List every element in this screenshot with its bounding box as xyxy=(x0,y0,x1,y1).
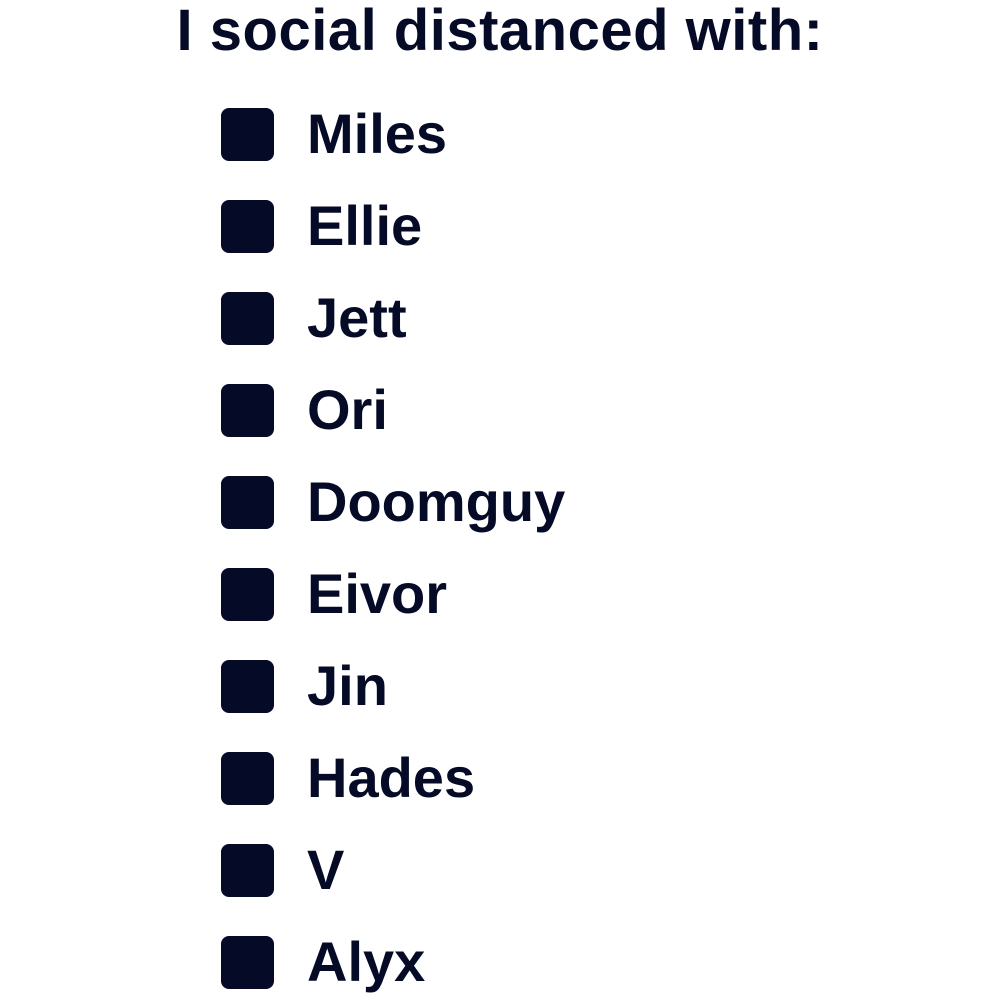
item-label: Hades xyxy=(307,746,476,809)
list-item[interactable]: Jin xyxy=(221,640,565,732)
item-label: Ellie xyxy=(307,194,423,257)
item-label: Miles xyxy=(307,102,448,165)
item-label: Eivor xyxy=(307,562,448,625)
item-label: Doomguy xyxy=(307,470,566,533)
list-item[interactable]: Hades xyxy=(221,732,565,824)
checkbox-square[interactable] xyxy=(221,751,274,805)
list-item[interactable]: Eivor xyxy=(221,548,565,640)
checkbox-square[interactable] xyxy=(221,291,274,345)
checkbox-square[interactable] xyxy=(221,567,274,621)
list-item[interactable]: Miles xyxy=(221,88,565,180)
checkbox-square[interactable] xyxy=(221,475,274,529)
checkbox-square[interactable] xyxy=(221,383,274,437)
item-label: Jett xyxy=(307,286,407,349)
item-label: V xyxy=(307,838,345,901)
list-item[interactable]: Alyx xyxy=(221,916,565,1008)
list-item[interactable]: Jett xyxy=(221,272,565,364)
list-item[interactable]: V xyxy=(221,824,565,916)
checkbox-square[interactable] xyxy=(221,107,274,161)
checklist: Miles Ellie Jett Ori Doomguy Eivor Jin H… xyxy=(221,88,565,1008)
item-label: Alyx xyxy=(307,930,426,993)
list-item[interactable]: Ellie xyxy=(221,180,565,272)
list-item[interactable]: Ori xyxy=(221,364,565,456)
checkbox-square[interactable] xyxy=(221,199,274,253)
checkbox-square[interactable] xyxy=(221,843,274,897)
item-label: Ori xyxy=(307,378,388,441)
list-item[interactable]: Doomguy xyxy=(221,456,565,548)
page-title: I social distanced with: xyxy=(176,0,824,63)
item-label: Jin xyxy=(307,654,388,717)
checkbox-square[interactable] xyxy=(221,935,274,989)
checkbox-square[interactable] xyxy=(221,659,274,713)
